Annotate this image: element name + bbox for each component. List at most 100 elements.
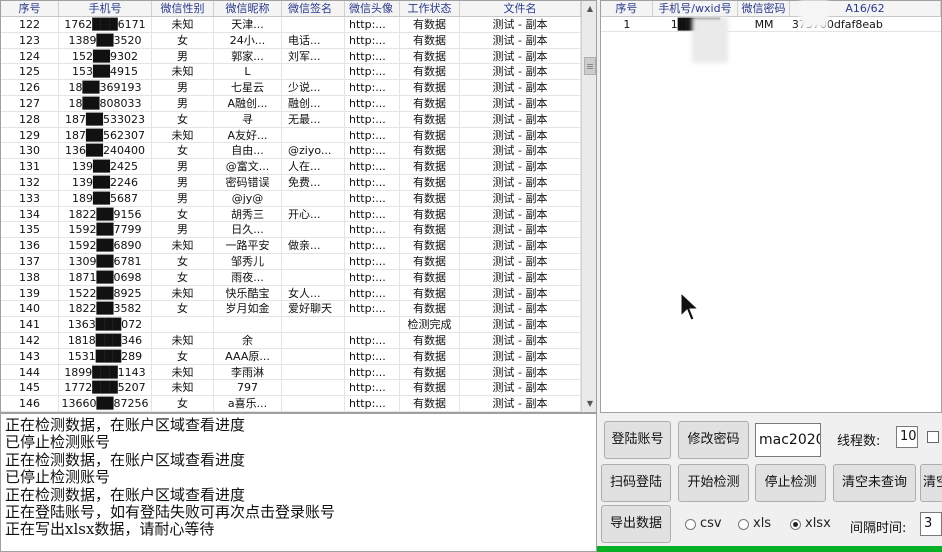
result-table[interactable]: 序号手机号/wxid号微信密码A16/62 1 1█████ MM 373700… (600, 0, 942, 413)
row-status: 有数据 (400, 269, 460, 285)
row-nickname: 797 (214, 380, 282, 396)
app-window: 序号 手机号 微信性别 微信昵称 微信签名 微信头像 工作状态 文件名 122 1762███6… (0, 0, 942, 552)
row-phone: 1309██6781 (59, 253, 152, 269)
row-phone: 1822██3582 (59, 301, 152, 317)
row-filename: 测试 - 副本 (460, 206, 581, 222)
export-data-button[interactable]: 导出数据 (601, 505, 671, 543)
row-nickname (214, 317, 282, 332)
row-avatar: http:... (345, 111, 400, 127)
table-row[interactable]: 135 1592██7799 男日久... http:... 有数据 测试 - 副本 (1, 222, 581, 239)
table-row[interactable]: 133 189██5687 男 @jy@ http:... 有数据 测试 - 副本 (1, 190, 581, 207)
table-row[interactable]: 139 1522██8925 未知 快乐酷宝 女人... http:... 有数据 测试 - … (1, 285, 581, 302)
row-nickname: L (214, 64, 282, 80)
row-phone: 1818███346 (59, 332, 152, 348)
row-gender: 未知 (152, 380, 214, 396)
row-filename: 测试 - 副本 (460, 269, 581, 285)
grip-line (587, 66, 593, 67)
col-header-phone-wxid[interactable]: 手机号/wxid号 (653, 1, 739, 16)
table-row[interactable]: 136 1592██6890 未知 一路平安 做亲... http:... 有数据 测试 - … (1, 238, 581, 254)
table-row[interactable]: 146 13660██87256 女 a喜乐... http:... 有数据 测试 - 副本 (1, 396, 581, 412)
mac-input[interactable]: mac2020 (755, 423, 821, 457)
col-header-status[interactable]: 工作状态 (400, 1, 460, 16)
table-row[interactable]: 125 153██4915 未知 Lhttp:... 有数据 测试 - 副本 (1, 64, 581, 81)
row-filename: 测试 - 副本 (460, 253, 581, 269)
row-filename: 测试 - 副本 (460, 48, 581, 64)
table-row[interactable]: 138 1871██0698 女雨夜... http:... 有数据 测试 - 副本 (1, 269, 581, 286)
table-row[interactable]: 143 1531███289 女 AAA原... http:... 有数据 测试 - 副本 (1, 348, 581, 365)
interval-input[interactable]: 3 (920, 512, 942, 536)
scroll-up-icon[interactable]: ▲ (583, 2, 596, 16)
radio-xlsx[interactable] (790, 519, 801, 530)
row-status: 有数据 (400, 222, 460, 238)
log-line: 正在登陆账号，如有登陆失败可再次点击登录账号 (5, 503, 336, 522)
col-header-nickname[interactable]: 微信昵称 (214, 1, 282, 16)
col-header-phone[interactable]: 手机号 (59, 1, 152, 16)
table-row[interactable]: 131 139██2425 男 @富文... 人在... http:... 有数据 测试 - … (1, 159, 581, 175)
row-signature (282, 348, 345, 364)
row-signature: 人在... (282, 159, 345, 174)
col-header-filename[interactable]: 文件名 (460, 1, 581, 16)
row-phone: 1871██0698 (59, 269, 152, 285)
col-header-index[interactable]: 序号 (601, 1, 653, 16)
progress-bar (597, 546, 942, 552)
scroll-thumb[interactable] (584, 57, 596, 75)
table-row[interactable]: 124 152██9302 男郭家... 刘军... http:... 有数据 测试 - 副… (1, 48, 581, 65)
row-phone: 152██9302 (59, 48, 152, 64)
col-header-avatar[interactable]: 微信头像 (345, 1, 400, 16)
row-filename: 测试 - 副本 (460, 222, 581, 238)
row-status: 有数据 (400, 190, 460, 206)
radio-xls[interactable] (738, 519, 749, 530)
row-signature (282, 269, 345, 285)
row-filename: 测试 - 副本 (460, 159, 581, 174)
table-row[interactable]: 129 187██562307 未知 A友好... http:... 有数据 测试 - 副本 (1, 127, 581, 144)
row-signature (282, 222, 345, 238)
row-phone: 1389██3520 (59, 32, 152, 48)
row-index: 135 (1, 222, 59, 238)
row-nickname: A友好... (214, 127, 282, 143)
col-header-gender[interactable]: 微信性别 (152, 1, 214, 16)
clear-all-button[interactable]: 清空 (920, 464, 942, 502)
account-table[interactable]: 序号 手机号 微信性别 微信昵称 微信签名 微信头像 工作状态 文件名 122 1762███6… (0, 0, 597, 413)
table-row[interactable]: 134 1822██9156 女胡秀三 开心... http:... 有数据 测试 - 副本 (1, 206, 581, 223)
threads-input[interactable]: 10 (896, 426, 918, 448)
table-row[interactable]: 127 18██808033 男 A融创... 融创... http:... 有数据 测试 -… (1, 95, 581, 112)
login-button[interactable]: 登陆账号 (604, 421, 671, 459)
row-gender: 未知 (152, 332, 214, 348)
col-header-signature[interactable]: 微信签名 (282, 1, 345, 16)
account-table-scrollbar[interactable]: ▲ ▼ (581, 1, 596, 412)
scroll-down-icon[interactable]: ▼ (583, 397, 596, 411)
mouse-pointer-icon (680, 292, 700, 321)
log-output[interactable]: 正在检测数据，在账户区域查看进度 已停止检测账号 正在检测数据，在账户区域查看进度已… (0, 413, 597, 552)
table-row[interactable]: 123 1389██3520 女 24小... 电话... http:... 有数据 测试 -… (1, 32, 581, 49)
row-index: 136 (1, 238, 59, 253)
table-row[interactable]: 140 1822██3582 女岁月如金 爱好聊天 http:... 有数据 测试 - 副本 (1, 301, 581, 318)
table-row[interactable]: 1 1█████ MM 373700dfaf8eab (601, 17, 941, 32)
clear-unqueried-button[interactable]: 清空未查询 (833, 464, 916, 502)
row-avatar: http:... (345, 174, 400, 190)
radio-csv[interactable] (685, 519, 696, 530)
start-check-button[interactable]: 开始检测 (678, 464, 749, 502)
table-row[interactable]: 145 1772███5207 未知 797 http:... 有数据 测试 - 副本 (1, 380, 581, 397)
stop-check-button[interactable]: 停止检测 (755, 464, 826, 502)
table-row[interactable]: 144 1899███1143 未知 李雨淋 http:... 有数据 测试 - 副本 (1, 364, 581, 381)
row-filename: 测试 - 副本 (460, 111, 581, 127)
table-row[interactable]: 126 18██369193 男七星云 少说... http:... 有数据 测试 - 副本 (1, 80, 581, 96)
table-row[interactable]: 122 1762███6171 未知 天津... http:... 有数据 测试 - 副本 (1, 17, 581, 33)
row-gender: 未知 (152, 285, 214, 301)
scan-login-button[interactable]: 扫码登陆 (601, 464, 671, 502)
table-row[interactable]: 137 1309██6781 女邹秀儿 http:... 有数据 测试 - 副本 (1, 253, 581, 270)
row-index: 124 (1, 48, 59, 64)
row-avatar: http:... (345, 364, 400, 380)
option-checkbox[interactable] (927, 431, 939, 443)
row-index: 129 (1, 127, 59, 143)
table-row[interactable]: 142 1818███346 未知余 http:... 有数据 测试 - 副本 (1, 332, 581, 349)
row-status: 有数据 (400, 127, 460, 143)
table-row[interactable]: 132 139██2246 男密码错误 免费... http:... 有数据 测试 - 副本 (1, 174, 581, 191)
table-row[interactable]: 141 1363███072 检测完成 测试 - 副本 (1, 317, 581, 333)
table-row[interactable]: 130 136██240400 女自由... @ziyo... http:... 有数据测… (1, 143, 581, 160)
col-header-index[interactable]: 序号 (1, 1, 59, 16)
row-avatar: http:... (345, 17, 400, 32)
change-password-button[interactable]: 修改密码 (678, 421, 749, 459)
col-header-password[interactable]: 微信密码 (738, 1, 790, 16)
table-row[interactable]: 128 187██533023 女寻无最... http:... 有数据 测试 - 副本 (1, 111, 581, 128)
